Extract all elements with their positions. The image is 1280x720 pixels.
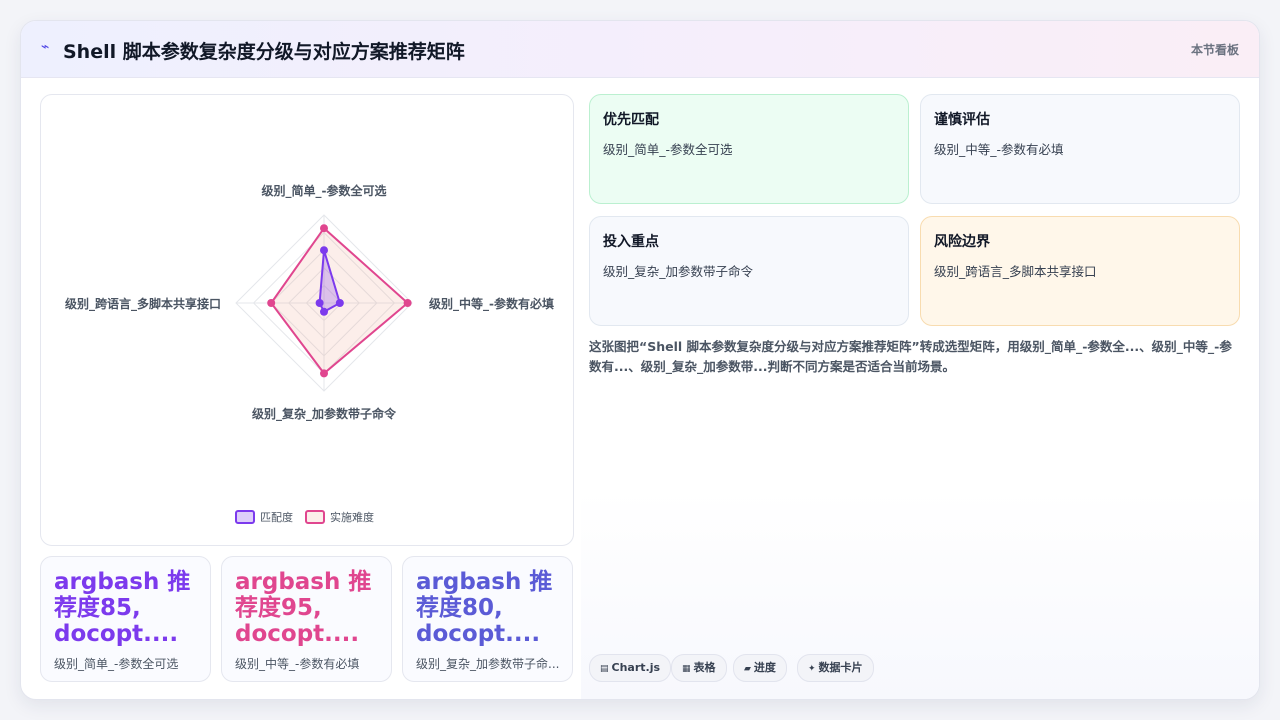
rec-title: 优先匹配 [603, 112, 659, 128]
radar-axis-label: 级别_简单_-参数全可选 [262, 183, 387, 199]
rec-card-priority: 优先匹配 级别_简单_-参数全可选 [589, 94, 909, 204]
rec-title: 投入重点 [603, 234, 659, 250]
rec-value: 级别_中等_-参数有必填 [934, 142, 1064, 157]
table-icon: ▦ [682, 664, 691, 674]
stat-value-1: argbash 推荐度85, docopt.... [54, 569, 191, 647]
tag-label: Chart.js [611, 661, 661, 674]
stat-label-2: 级别_中等_-参数有必填 [235, 657, 360, 671]
tag-data-card[interactable]: ✦ 数据卡片 [797, 654, 874, 682]
progress-icon: ▰ [744, 664, 751, 674]
sparkle-icon: ✦ [808, 664, 816, 674]
radar-axis-label: 级别_中等_-参数有必填 [429, 296, 554, 312]
dashboard-panel: ⌁ Shell 脚本参数复杂度分级与对应方案推荐矩阵 本节看板 级别_简单_-参… [20, 20, 1260, 700]
radar-data-point [320, 369, 328, 378]
tag-chartjs[interactable]: ▤ Chart.js [589, 654, 672, 682]
radar-data-point [320, 307, 328, 316]
stat-value-3: argbash 推荐度80, docopt.... [416, 569, 553, 647]
legend-swatch [235, 510, 255, 524]
radar-data-point [320, 246, 328, 255]
stat-label-1: 级别_简单_-参数全可选 [54, 657, 179, 671]
legend-label: 匹配度 [260, 510, 293, 524]
legend-label: 实施难度 [330, 510, 374, 524]
rec-card-caution: 谨慎评估 级别_中等_-参数有必填 [920, 94, 1240, 204]
rec-value: 级别_简单_-参数全可选 [603, 142, 733, 157]
radar-data-point [320, 224, 328, 233]
tag-table[interactable]: ▦ 表格 [671, 654, 727, 682]
chart-icon: ▤ [600, 664, 609, 674]
page-title: Shell 脚本参数复杂度分级与对应方案推荐矩阵 [63, 41, 465, 63]
stat-card-2: argbash 推荐度95, docopt.... 级别_中等_-参数有必填 [221, 556, 392, 682]
radar-axis-label: 级别_跨语言_多脚本共享接口 [65, 296, 221, 312]
rec-card-risk: 风险边界 级别_跨语言_多脚本共享接口 [920, 216, 1240, 326]
radar-data-point [335, 299, 344, 307]
stat-card-3: argbash 推荐度80, docopt.... 级别_复杂_加参数带子命..… [402, 556, 573, 682]
rec-title: 谨慎评估 [934, 112, 990, 128]
rec-value: 级别_跨语言_多脚本共享接口 [934, 264, 1097, 279]
chart-description: 这张图把“Shell 脚本参数复杂度分级与对应方案推荐矩阵”转成选型矩阵，用级别… [589, 339, 1232, 374]
radar-data-point [403, 299, 412, 307]
tag-label: 表格 [693, 661, 716, 674]
section-board-link[interactable]: 本节看板 [1191, 41, 1239, 58]
radar-chart-card: 级别_简单_-参数全可选级别_中等_-参数有必填级别_复杂_加参数带子命令 级别_… [40, 94, 574, 546]
stat-card-1: argbash 推荐度85, docopt.... 级别_简单_-参数全可选 [40, 556, 211, 682]
radar-chart: 级别_简单_-参数全可选级别_中等_-参数有必填级别_复杂_加参数带子命令 级别_… [65, 183, 554, 524]
header: ⌁ Shell 脚本参数复杂度分级与对应方案推荐矩阵 本节看板 [21, 21, 1259, 78]
radar-data-point [267, 299, 276, 307]
radar-axis-label: 级别_复杂_加参数带子命令 [252, 406, 397, 422]
stat-value-2: argbash 推荐度95, docopt.... [235, 569, 372, 647]
stat-label-3: 级别_复杂_加参数带子命... [416, 657, 560, 671]
sparkle-icon: ⌁ [41, 39, 50, 55]
tag-label: 进度 [753, 661, 776, 674]
rec-card-focus: 投入重点 级别_复杂_加参数带子命令 [589, 216, 909, 326]
legend-swatch [305, 510, 325, 524]
radar-data-point [315, 299, 324, 307]
tag-progress[interactable]: ▰ 进度 [733, 654, 787, 682]
rec-title: 风险边界 [934, 234, 990, 250]
rec-value: 级别_复杂_加参数带子命令 [603, 264, 754, 279]
tag-label: 数据卡片 [818, 661, 863, 674]
